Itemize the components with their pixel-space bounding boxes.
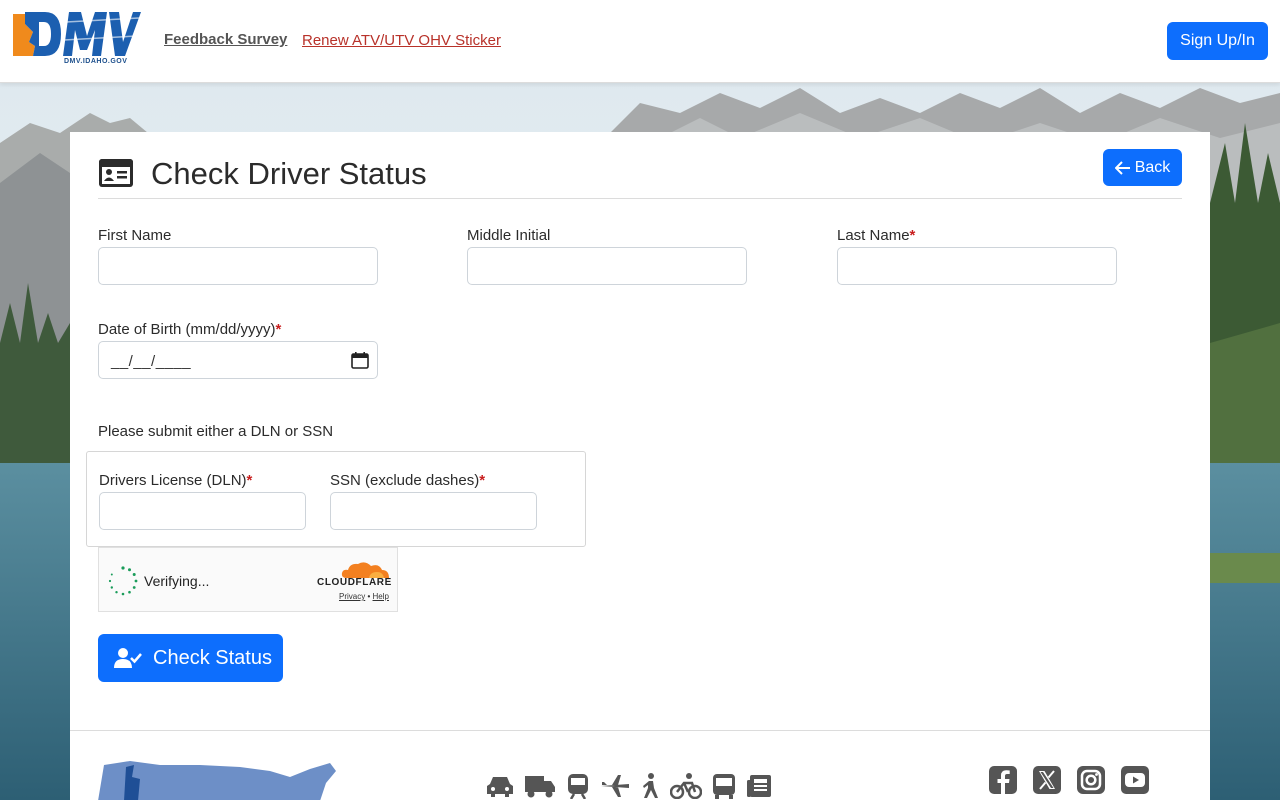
cloudflare-brand: CLOUDFLARE (317, 577, 392, 588)
dln-input[interactable] (99, 492, 306, 530)
link-separator: • (367, 592, 371, 601)
id-instruction: Please submit either a DLN or SSN (98, 423, 334, 440)
privacy-link[interactable]: Privacy (339, 592, 365, 601)
last-name-label-group: Last Name* (837, 227, 915, 244)
dob-label-group: Date of Birth (mm/dd/yyyy)* (98, 321, 281, 338)
page-title: Check Driver Status (151, 156, 427, 191)
required-marker: * (479, 472, 486, 489)
feedback-survey-link[interactable]: Feedback Survey (164, 31, 287, 48)
x-icon[interactable] (1032, 765, 1062, 795)
dob-label: Date of Birth (mm/dd/yyyy) (98, 321, 276, 338)
required-marker: * (909, 227, 916, 244)
middle-initial-label: Middle Initial (467, 227, 551, 244)
required-marker: * (275, 321, 282, 338)
truck-icon[interactable] (524, 773, 556, 799)
first-name-label: First Name (98, 227, 172, 244)
newspaper-icon[interactable] (746, 773, 772, 799)
back-label: Back (1134, 158, 1171, 176)
first-name-input[interactable] (98, 247, 378, 285)
logo-subtext: DMV.IDAHO.GOV (64, 58, 128, 65)
cloudflare-turnstile[interactable]: Verifying... CLOUDFLARE Privacy • Help (98, 547, 398, 612)
user-check-icon (114, 648, 142, 668)
facebook-icon[interactable] (988, 765, 1018, 795)
captcha-status: Verifying... (144, 573, 210, 589)
bus-icon[interactable] (712, 773, 736, 799)
pedestrian-icon[interactable] (640, 773, 660, 799)
us-map-image (98, 761, 336, 800)
airplane-icon[interactable] (600, 773, 630, 799)
sign-up-in-button[interactable]: Sign Up/In (1167, 22, 1268, 60)
page-footer (70, 730, 1210, 800)
loading-spinner-icon (108, 566, 138, 596)
renew-ohv-sticker-link[interactable]: Renew ATV/UTV OHV Sticker (302, 32, 501, 49)
required-marker: * (246, 472, 253, 489)
social-links (988, 765, 1150, 795)
arrow-left-icon (1114, 160, 1130, 175)
calendar-icon[interactable] (351, 352, 369, 369)
dob-input[interactable]: __/__/____ (98, 341, 378, 379)
instagram-icon[interactable] (1076, 765, 1106, 795)
check-status-label: Check Status (153, 647, 272, 669)
last-name-label: Last Name (837, 227, 910, 244)
id-card-icon (99, 159, 133, 187)
last-name-input[interactable] (837, 247, 1117, 285)
ssn-label-group: SSN (exclude dashes)* (330, 472, 485, 489)
back-button[interactable]: Back (1103, 149, 1182, 186)
captcha-links: Privacy • Help (339, 592, 389, 601)
train-icon[interactable] (566, 773, 590, 799)
page-header: Check Driver Status (98, 154, 1182, 199)
youtube-icon[interactable] (1120, 765, 1150, 795)
top-navbar: DMV.IDAHO.GOV Feedback Survey Renew ATV/… (0, 0, 1280, 83)
ssn-label: SSN (exclude dashes) (330, 472, 480, 489)
dob-value: __/__/____ (111, 353, 192, 370)
dln-label: Drivers License (DLN) (99, 472, 247, 489)
id-fieldset: Drivers License (DLN)* SSN (exclude dash… (86, 451, 586, 547)
check-status-card: Check Driver Status Back First Name Midd… (70, 132, 1210, 800)
dln-label-group: Drivers License (DLN)* (99, 472, 252, 489)
ssn-input[interactable] (330, 492, 537, 530)
check-status-button[interactable]: Check Status (98, 634, 283, 682)
car-icon[interactable] (486, 773, 514, 799)
middle-initial-input[interactable] (467, 247, 747, 285)
help-link[interactable]: Help (373, 592, 389, 601)
bicycle-icon[interactable] (670, 773, 702, 799)
transportation-icons (486, 767, 772, 799)
